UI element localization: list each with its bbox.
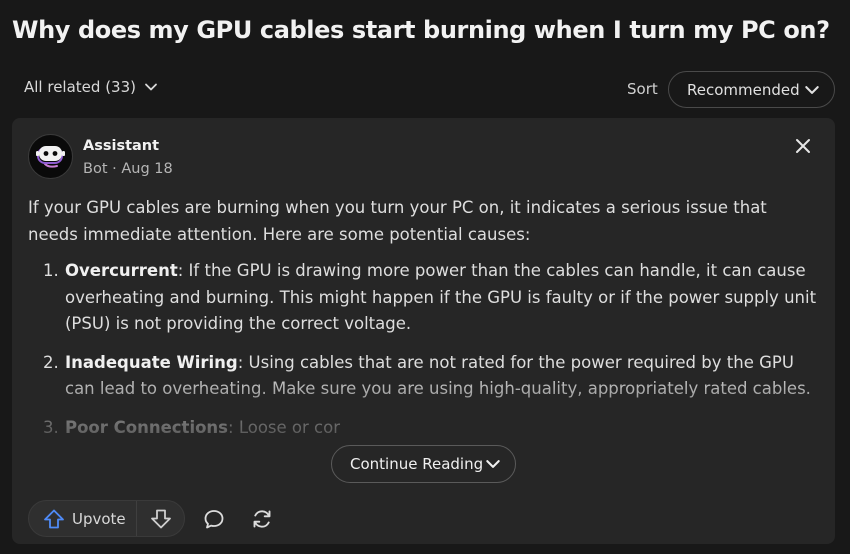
continue-reading-label: Continue Reading [350, 455, 484, 473]
avatar[interactable] [28, 134, 73, 179]
sort-dropdown[interactable]: Recommended [668, 71, 835, 108]
vote-group: Upvote [28, 500, 185, 537]
question-title: Why does my GPU cables start burning whe… [12, 16, 830, 44]
continue-reading-button[interactable]: Continue Reading [331, 445, 516, 483]
causes-list: 1. Overcurrent: If the GPU is drawing mor… [28, 258, 820, 441]
downvote-button[interactable] [137, 501, 184, 536]
comment-icon[interactable] [203, 508, 225, 530]
upvote-arrow-icon [44, 509, 64, 528]
related-filter-label: All related (33) [24, 78, 136, 96]
bot-icon [35, 145, 65, 168]
chevron-down-icon [805, 86, 819, 94]
upvote-button[interactable]: Upvote [29, 501, 137, 536]
chevron-down-icon [145, 83, 157, 91]
list-item: 2. Inadequate Wiring: Using cables that a… [43, 352, 811, 399]
answer-intro: If your GPU cables are burning when you … [28, 198, 767, 244]
answer-card: Assistant Bot · Aug 18 If your GPU cable… [12, 118, 835, 544]
author-name[interactable]: Assistant [83, 138, 159, 154]
answer-body: If your GPU cables are burning when you … [28, 195, 820, 453]
list-item: 3. Poor Connections: Loose or cor [43, 417, 340, 437]
close-icon[interactable] [793, 136, 813, 156]
related-filter-dropdown[interactable]: All related (33) [24, 78, 158, 96]
author-meta: Bot · Aug 18 [83, 161, 173, 177]
chevron-down-icon [486, 460, 500, 468]
share-refresh-icon[interactable] [250, 507, 274, 531]
upvote-label: Upvote [72, 509, 126, 528]
sort-selected-value: Recommended [687, 80, 800, 99]
list-item: 1. Overcurrent: If the GPU is drawing mor… [43, 261, 817, 333]
sort-label: Sort [627, 80, 658, 98]
downvote-arrow-icon [150, 509, 171, 528]
